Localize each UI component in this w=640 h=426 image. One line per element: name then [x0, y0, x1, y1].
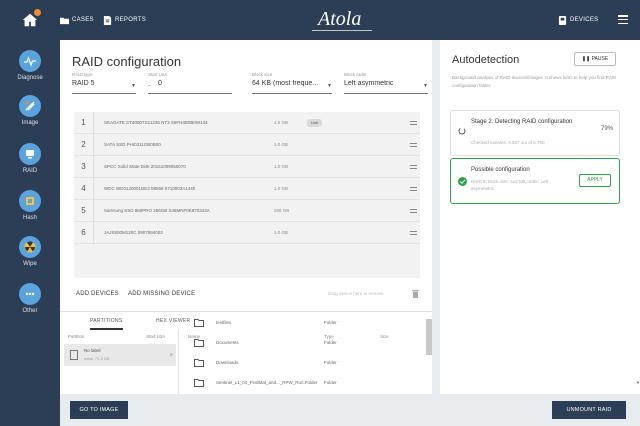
- sidebar-label: Wipe: [23, 261, 37, 267]
- sidebar: Diagnose Image RAID Hash Wipe Other: [0, 40, 60, 426]
- page-title: RAID configuration: [72, 54, 182, 69]
- devices-button[interactable]: DEVICES: [558, 0, 598, 40]
- partition-column-header: Partition: [68, 334, 85, 339]
- chevron-down-icon: ▼: [131, 83, 136, 89]
- sidebar-item-raid[interactable]: RAID: [0, 143, 60, 174]
- trash-icon[interactable]: [412, 289, 419, 298]
- status-badge: Unk: [307, 119, 323, 127]
- image-icon: [25, 101, 35, 111]
- chevron-down-icon: ▼: [423, 83, 428, 89]
- block-order-select[interactable]: Block order Left asymmetric ▼: [344, 72, 428, 94]
- sidebar-item-diagnose[interactable]: Diagnose: [0, 50, 60, 81]
- cases-label: CASES: [72, 17, 94, 23]
- panel-title: Autodetection: [452, 54, 520, 66]
- device-row[interactable]: 3 SPCC Solid State Disk 20161009050070 1…: [74, 156, 420, 178]
- stepper-icon[interactable]: −: [148, 83, 151, 89]
- reports-link[interactable]: REPORTS: [103, 0, 146, 40]
- add-missing-device-button[interactable]: ADD MISSING DEVICE: [128, 291, 195, 297]
- drag-hint: Drag device here to remove: [328, 291, 384, 296]
- more-icon: [25, 292, 35, 296]
- device-row[interactable]: 2 SATA SSD PHI0311GB0B00 1.0 GB: [74, 134, 420, 156]
- file-row[interactable]: Sentinel_L1_04_FindMat_and..._RPW_Run.Fo…: [180, 374, 424, 394]
- file-row[interactable]: Downloads Folder: [180, 354, 424, 374]
- device-icon: [558, 15, 567, 25]
- sidebar-item-other[interactable]: Other: [0, 283, 60, 314]
- folder-icon: [60, 17, 69, 24]
- device-row[interactable]: 4 WDC WD0120001DE3 08558 5710003A1440 1.…: [74, 178, 420, 200]
- unmount-raid-button[interactable]: UNMOUNT RAID: [552, 401, 626, 419]
- go-to-image-button[interactable]: GO TO IMAGE: [70, 401, 128, 419]
- sidebar-label: Image: [21, 120, 39, 126]
- stage-card: Stage 2. Detecting RAID configuration Ch…: [450, 110, 620, 156]
- devices-label: DEVICES: [570, 17, 599, 23]
- brand-logo: Atola: [318, 8, 362, 30]
- sidebar-label: Diagnose: [17, 75, 43, 81]
- cases-link[interactable]: CASES: [60, 0, 94, 40]
- hamburger-menu-icon[interactable]: [618, 15, 628, 24]
- sidebar-item-wipe[interactable]: Wipe: [0, 236, 60, 267]
- device-row[interactable]: 1 SEAGATE ST4000TS11235 NT3 S6FH4B0B0W13…: [74, 112, 420, 134]
- report-icon: [103, 15, 112, 25]
- file-row[interactable]: testfiles Folder: [180, 314, 424, 334]
- raid-panel: RAID configuration RAID type RAID 5 ▼ St…: [60, 40, 432, 394]
- drag-handle-icon[interactable]: [410, 209, 417, 213]
- partition-item[interactable]: No label exfat, 71.3 GB 0: [64, 344, 176, 366]
- sidebar-label: RAID: [22, 168, 38, 174]
- start-lba-column-header: Start LBA: [146, 334, 166, 339]
- file-row[interactable]: Documents Folder: [180, 334, 424, 354]
- sidebar-label: Hash: [22, 215, 37, 221]
- spinner-icon: [458, 127, 466, 135]
- folder-icon: [194, 319, 204, 327]
- pulse-icon: [24, 56, 36, 67]
- apply-button[interactable]: APPLY: [579, 174, 611, 187]
- file-list-scrollbar[interactable]: [426, 319, 432, 355]
- tab-partitions[interactable]: PARTITIONS: [90, 312, 123, 330]
- device-row[interactable]: 6 JAJS500M120C 0907894003 1.0 GB: [74, 222, 420, 244]
- folder-icon: [194, 379, 204, 387]
- device-row[interactable]: 5 Samsung SSD 860PRO 256GB S45MNF0K87034…: [74, 200, 420, 222]
- divider: [178, 330, 179, 394]
- chevron-down-icon: ▼: [327, 83, 332, 89]
- sidebar-item-hash[interactable]: Hash: [0, 190, 60, 221]
- folder-icon: [194, 359, 204, 367]
- home-button[interactable]: [0, 0, 60, 40]
- hash-icon: [26, 197, 34, 205]
- start-lba-input[interactable]: Start LBA 0 −: [148, 72, 232, 94]
- autodetection-panel: Autodetection ❚❚ PAUSE Background analys…: [440, 40, 640, 394]
- scroll-down-icon[interactable]: ▼: [636, 380, 640, 385]
- add-devices-button[interactable]: ADD DEVICES: [76, 291, 119, 297]
- radiation-icon: [24, 241, 36, 253]
- partition-icon: [70, 350, 78, 360]
- possible-configuration-card: Possible configuration RAID 5, block siz…: [450, 158, 620, 204]
- drag-handle-icon[interactable]: [410, 121, 417, 125]
- drag-handle-icon[interactable]: [410, 143, 417, 147]
- top-bar: CASES REPORTS Atola DEVICES: [0, 0, 640, 40]
- panel-description: Background analysis of RAID devices/imag…: [452, 75, 617, 88]
- check-circle-icon: [458, 177, 467, 186]
- pause-button[interactable]: ❚❚ PAUSE: [574, 52, 616, 66]
- brand-underline: [312, 30, 372, 31]
- notification-dot: [34, 9, 41, 16]
- block-size-select[interactable]: Block size 64 KB (most freque... ▼: [252, 72, 332, 94]
- drag-handle-icon[interactable]: [410, 231, 417, 235]
- device-list: 1 SEAGATE ST4000TS11235 NT3 S6FH4B0B0W13…: [74, 112, 420, 278]
- sidebar-item-image[interactable]: Image: [0, 95, 60, 126]
- raid-icon: [26, 150, 34, 159]
- progress-percent: 79%: [601, 126, 614, 132]
- drag-handle-icon[interactable]: [410, 165, 417, 169]
- drag-handle-icon[interactable]: [410, 187, 417, 191]
- sidebar-label: Other: [22, 308, 38, 314]
- pause-icon: ❚❚: [581, 56, 592, 62]
- raid-type-select[interactable]: RAID type RAID 5 ▼: [72, 72, 136, 94]
- folder-icon: [194, 339, 204, 347]
- reports-label: REPORTS: [115, 17, 146, 23]
